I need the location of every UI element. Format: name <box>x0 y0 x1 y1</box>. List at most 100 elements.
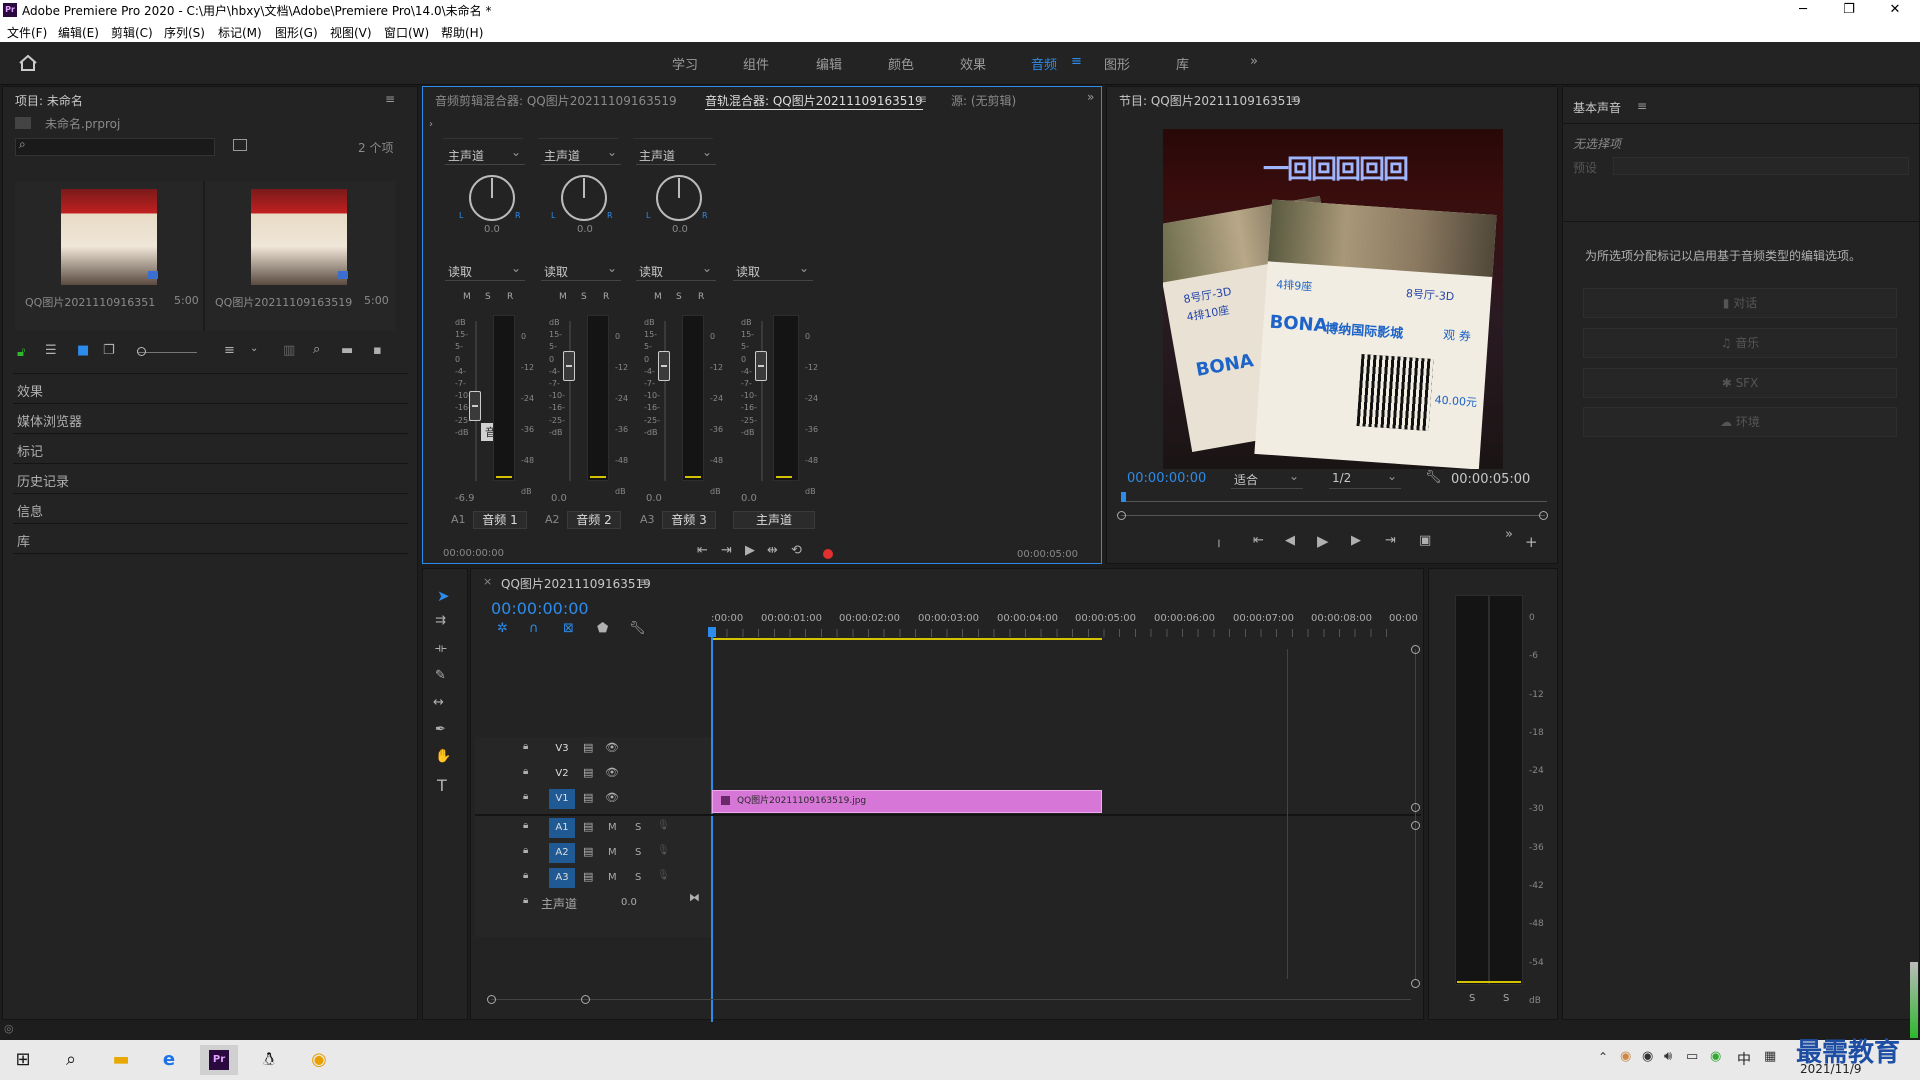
linked-selection-icon[interactable]: ⊠ <box>563 621 574 636</box>
record-icon[interactable] <box>823 549 833 559</box>
project-menu-icon[interactable]: ≡ <box>385 92 395 106</box>
channel-effects-slot[interactable] <box>443 123 523 139</box>
go-to-in-icon[interactable]: ⇤ <box>697 543 708 558</box>
project-thumbnail[interactable] <box>251 189 347 285</box>
track-a3-target[interactable]: A3 <box>549 868 575 888</box>
vertical-scrollbar[interactable] <box>1415 649 1416 979</box>
mixer-menu-icon[interactable]: ≡ <box>917 92 927 106</box>
play-icon[interactable]: ▶ <box>745 543 755 558</box>
channel-1-mute-button[interactable]: M <box>463 292 471 302</box>
horizontal-scrollbar[interactable] <box>491 999 1411 1000</box>
hscroll-left-handle[interactable] <box>487 995 496 1004</box>
panel-effects[interactable]: 效果 <box>17 381 43 400</box>
play-icon[interactable]: ▶ <box>1317 532 1329 550</box>
lock-track-icon[interactable]: 🔒︎ <box>523 791 528 802</box>
tab-source[interactable]: 源: (无剪辑) <box>951 92 1016 109</box>
channel-1-output-dropdown[interactable]: 主声道 <box>445 145 525 165</box>
add-marker-icon[interactable]: ╷ <box>1215 533 1223 548</box>
edge-browser-icon[interactable]: e <box>150 1045 188 1075</box>
channel-2-pan-value[interactable]: 0.0 <box>577 224 593 235</box>
tray-chevron-icon[interactable]: ⌃ <box>1598 1050 1608 1064</box>
microphone-icon[interactable]: 🎙︎ <box>657 845 670 856</box>
nest-sequence-icon[interactable]: ✲ <box>497 621 508 636</box>
channel-2-name[interactable]: 音频 2 <box>567 511 621 529</box>
channel-1-automation-dropdown[interactable]: 读取 <box>445 261 525 281</box>
solo-left-button[interactable]: S <box>1469 993 1475 1004</box>
ws-more-icon[interactable]: » <box>1250 54 1258 69</box>
master-track-value[interactable]: 0.0 <box>621 897 637 908</box>
track-v3-target[interactable]: V3 <box>549 739 575 759</box>
play-in-to-out-icon[interactable]: ⇹ <box>767 543 778 558</box>
sort-icon[interactable]: ≡ <box>224 343 235 358</box>
scroll-handle[interactable] <box>1411 979 1420 988</box>
channel-3-record-button[interactable]: R <box>698 292 704 302</box>
ws-libraries[interactable]: 库 <box>1176 54 1189 73</box>
menu-file[interactable]: 文件(F) <box>7 24 47 41</box>
mixer-current-time[interactable]: 00:00:00:00 <box>443 548 504 559</box>
selection-tool-icon[interactable]: ➤ <box>437 587 450 605</box>
snap-icon[interactable]: ∩ <box>529 621 539 636</box>
volume-icon[interactable]: 🔊︎ <box>1664 1049 1672 1064</box>
zoom-slider-handle[interactable] <box>137 347 146 356</box>
project-item[interactable]: QQ图片20211109163519... 5:00 <box>15 181 203 331</box>
step-forward-icon[interactable]: ▶ <box>1351 533 1361 548</box>
tray-app-icon[interactable]: ◉ <box>1620 1049 1631 1064</box>
scroll-handle[interactable] <box>1411 803 1420 812</box>
loop-icon[interactable]: ⟲ <box>791 543 802 558</box>
new-bin-icon[interactable]: ▬ <box>341 343 353 358</box>
timeline-playhead[interactable] <box>711 627 713 1039</box>
channel-3-name[interactable]: 音频 3 <box>662 511 716 529</box>
panel-info[interactable]: 信息 <box>17 501 43 520</box>
keyboard-icon[interactable]: ▦ <box>1764 1049 1776 1064</box>
slip-tool-icon[interactable]: ↔ <box>433 695 444 710</box>
channel-2-output-dropdown[interactable]: 主声道 <box>541 145 621 165</box>
ws-audio[interactable]: 音频 <box>1031 54 1057 73</box>
work-area-bar[interactable] <box>711 638 1102 640</box>
track-v2-target[interactable]: V2 <box>549 764 575 784</box>
eye-icon[interactable]: 👁︎ <box>605 766 619 779</box>
more-panels-icon[interactable]: » <box>1087 90 1094 104</box>
essential-sound-title[interactable]: 基本声音 <box>1573 99 1621 116</box>
channel-2-mute-button[interactable]: M <box>559 292 567 302</box>
sync-lock-icon[interactable]: ▤ <box>583 870 593 883</box>
find-icon[interactable]: ⌕ <box>313 342 320 357</box>
channel-2-gain-value[interactable]: 0.0 <box>551 493 567 504</box>
menu-clip[interactable]: 剪辑(C) <box>111 24 153 41</box>
sort-chevron-icon[interactable]: ⌄ <box>250 343 258 354</box>
timeline-settings-icon[interactable]: 🔧︎ <box>629 621 646 636</box>
preset-dropdown[interactable] <box>1613 157 1909 175</box>
channel-1-volume-fader[interactable] <box>469 391 481 421</box>
mute-track-button[interactable]: M <box>608 822 617 833</box>
track-a2-target[interactable]: A2 <box>549 843 575 863</box>
microphone-icon[interactable]: 🎙︎ <box>657 870 670 881</box>
app-icon[interactable]: ◉ <box>300 1045 338 1075</box>
master-volume-fader[interactable] <box>755 351 767 381</box>
more-controls-icon[interactable]: » <box>1505 527 1513 542</box>
ws-editing[interactable]: 编辑 <box>816 54 842 73</box>
freeform-view-icon[interactable]: ❐ <box>103 343 115 358</box>
taskbar-search-icon[interactable]: ⌕ <box>52 1045 90 1075</box>
sync-lock-icon[interactable]: ▤ <box>583 845 593 858</box>
minimize-button[interactable]: ─ <box>1780 0 1826 20</box>
essential-sound-menu-icon[interactable]: ≡ <box>1637 99 1647 113</box>
lock-track-icon[interactable]: 🔒︎ <box>523 845 528 856</box>
export-frame-icon[interactable]: ▣ <box>1419 533 1431 548</box>
ws-learning[interactable]: 学习 <box>672 54 698 73</box>
solo-track-button[interactable]: S <box>635 822 641 833</box>
panel-libraries[interactable]: 库 <box>17 531 30 550</box>
master-automation-dropdown[interactable]: 读取 <box>733 261 813 281</box>
timeline-tab[interactable]: QQ图片20211109163519 <box>501 575 651 592</box>
new-bin-search-icon[interactable] <box>233 139 247 151</box>
channel-3-mute-button[interactable]: M <box>654 292 662 302</box>
lock-track-icon[interactable]: 🔒︎ <box>523 820 528 831</box>
go-to-keyframe-icon[interactable]: ⧓ <box>689 891 700 904</box>
scroll-handle[interactable] <box>1411 821 1420 830</box>
resolution-dropdown[interactable]: 1/2 <box>1329 469 1401 489</box>
solo-track-button[interactable]: S <box>635 872 641 883</box>
lock-track-icon[interactable]: 🔒︎ <box>523 895 528 906</box>
scroll-handle[interactable] <box>1411 645 1420 654</box>
program-video-frame[interactable]: 一回回回回回 8号厅-3D 4排10座 BONA 4排9座 8号厅-3D BON… <box>1163 129 1503 469</box>
zoom-bar-right-handle[interactable] <box>1539 511 1548 520</box>
home-icon[interactable] <box>18 54 38 72</box>
type-tool-icon[interactable]: T <box>437 776 447 795</box>
